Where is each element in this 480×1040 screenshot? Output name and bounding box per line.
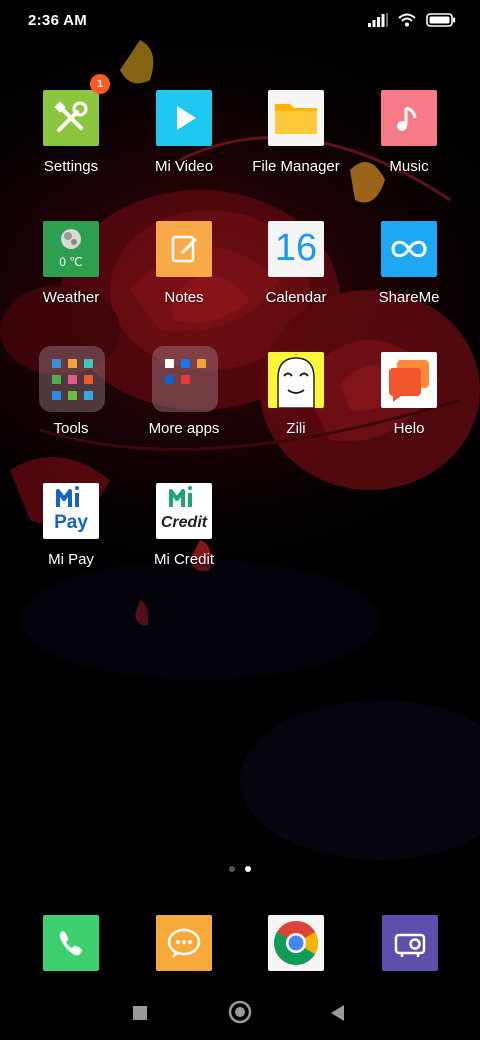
app-weather[interactable]: 0 ℃ Weather (15, 221, 127, 331)
app-helo[interactable]: Helo (353, 352, 465, 462)
recents-button[interactable] (131, 1004, 149, 1022)
mi-pay-icon: Pay (43, 483, 99, 539)
weather-temp: 0 ℃ (59, 255, 83, 269)
page-dot[interactable] (229, 866, 235, 872)
signal-icon (368, 13, 388, 27)
app-label: Mi Pay (48, 551, 94, 568)
app-mi-pay[interactable]: Pay Mi Pay (15, 483, 127, 593)
app-mi-video[interactable]: Mi Video (128, 90, 240, 200)
app-zili[interactable]: Zili (240, 352, 352, 462)
folder-tools[interactable]: Tools (15, 346, 127, 462)
app-file-manager[interactable]: File Manager (240, 90, 352, 200)
app-label: Helo (393, 420, 425, 437)
app-label: Calendar (265, 289, 327, 306)
battery-icon (426, 13, 456, 27)
folder-icon (268, 90, 324, 146)
calendar-day: 16 (274, 227, 318, 269)
folder-more-apps[interactable]: More apps (128, 346, 240, 462)
dock-messaging[interactable] (156, 915, 212, 971)
home-button[interactable] (228, 1000, 252, 1024)
dock-chrome[interactable] (268, 915, 324, 971)
music-note-icon (381, 90, 437, 146)
app-label: Mi Credit (153, 551, 214, 568)
app-label: Tools (53, 420, 89, 437)
zili-face-icon (268, 352, 324, 408)
navigation-bar (0, 990, 480, 1034)
app-notes[interactable]: Notes (128, 221, 240, 331)
mi-pay-logo-text: Pay (54, 512, 88, 533)
page-dot-active[interactable] (245, 866, 251, 872)
dock-phone[interactable] (43, 915, 99, 971)
app-label: ShareMe (378, 289, 440, 306)
infinity-icon (381, 221, 437, 277)
app-music[interactable]: Music (353, 90, 465, 200)
play-icon (156, 90, 212, 146)
projector-icon (394, 933, 426, 957)
notes-icon (156, 221, 212, 277)
back-button[interactable] (328, 1003, 348, 1023)
app-shareme[interactable]: ShareMe (353, 221, 465, 331)
status-bar: 2:36 AM (0, 0, 480, 44)
calendar-icon: 16 (268, 221, 324, 277)
app-label: Notes (164, 289, 204, 306)
page-indicator (0, 866, 480, 872)
notification-badge: 1 (90, 74, 110, 94)
status-icons (368, 13, 456, 27)
app-calendar[interactable]: 16 Calendar (240, 221, 352, 331)
chrome-icon (274, 921, 318, 965)
phone-icon (59, 931, 82, 956)
app-label: Weather (42, 289, 100, 306)
mi-credit-logo-text: Credit (160, 514, 208, 531)
helo-icon (381, 352, 437, 408)
app-label: File Manager (252, 158, 340, 175)
settings-icon (43, 90, 99, 146)
app-label: Settings (43, 158, 99, 175)
wifi-icon (398, 13, 416, 27)
app-settings[interactable]: Settings (15, 90, 127, 200)
app-label: Mi Video (154, 158, 214, 175)
status-time: 2:36 AM (28, 12, 88, 29)
app-label: Zili (286, 420, 306, 437)
mi-credit-icon: Credit (156, 483, 212, 539)
folder-icon (152, 346, 218, 412)
dock-screen-recorder[interactable] (382, 915, 438, 971)
weather-icon: 0 ℃ (43, 221, 99, 277)
app-label: More apps (148, 420, 220, 437)
app-mi-credit[interactable]: Credit Mi Credit (128, 483, 240, 593)
folder-icon (39, 346, 105, 412)
message-icon (167, 928, 201, 958)
app-label: Music (389, 158, 429, 175)
